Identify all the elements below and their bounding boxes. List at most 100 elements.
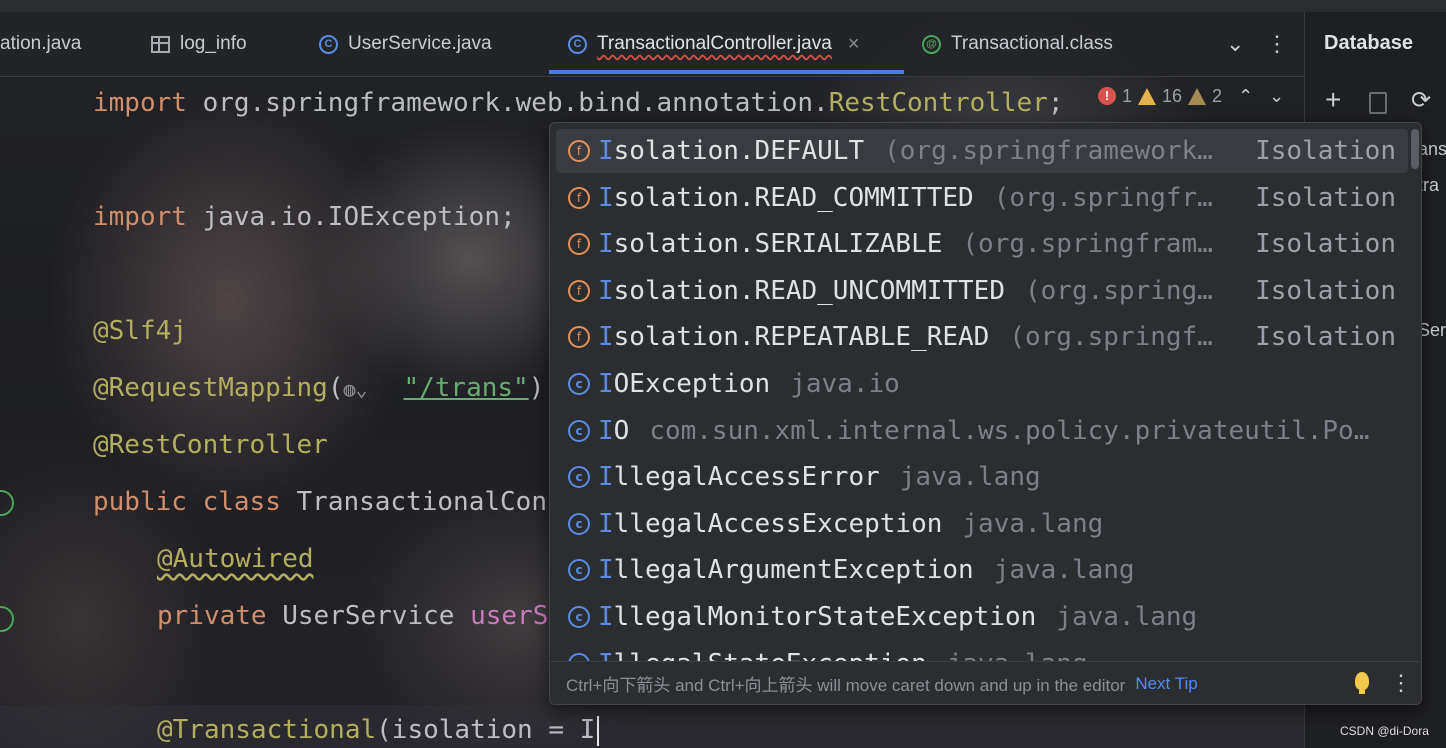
tab-label: log_info [180, 33, 247, 54]
tab-list-dropdown[interactable]: ⌄ [1226, 12, 1244, 76]
code-text: (isolation = [376, 715, 580, 745]
weak-warning-count: 2 [1212, 85, 1223, 106]
class-icon: C [568, 34, 587, 54]
warning-count: 16 [1162, 85, 1183, 106]
class-icon: c [568, 419, 590, 442]
completion-package: java.lang [993, 555, 1135, 586]
watermark: CSDN @di-Dora [1340, 724, 1429, 738]
web-icon[interactable]: ◍⌄ [343, 377, 403, 401]
matched-prefix: I [598, 508, 614, 539]
active-tab-indicator [549, 70, 904, 74]
completion-item[interactable]: f Isolation.DEFAULT (org.springframework… I… [556, 129, 1408, 173]
keyword: import [93, 202, 187, 232]
lightbulb-icon[interactable] [1355, 672, 1369, 694]
completion-item[interactable]: c I Ocom.sun.xml.internal.ws.policy.privat… [556, 409, 1408, 453]
completion-package: java.io [790, 369, 900, 399]
completion-type: Isolation [1255, 136, 1396, 166]
class-icon: c [568, 606, 590, 628]
annotation: @RequestMapping [93, 373, 328, 403]
chevron-up-icon[interactable]: ⌃ [1238, 86, 1253, 107]
completion-package: com.sun.xml.internal.ws.policy.privateut… [649, 415, 1370, 446]
inspection-widget[interactable]: ! 1 16 2 ⌃ ⌄ [1098, 85, 1290, 107]
completion-item[interactable]: f Isolation.READ_UNCOMMITTED (org.spring… I… [556, 269, 1408, 313]
refresh-icon[interactable]: ⟳ [1411, 86, 1431, 115]
tree-item-fragment[interactable]: Ser [1418, 320, 1446, 341]
annotation-icon: @ [922, 34, 941, 54]
completion-item[interactable]: c IllegalAccessError java.lang [556, 455, 1408, 499]
completion-item[interactable]: cIllegalStateException java.lang [556, 642, 1408, 661]
tab-log-info[interactable]: log_info [151, 12, 247, 76]
code-line-userservice-field[interactable]: private UserService userS [157, 601, 548, 631]
completion-package: (org.spring… [1025, 275, 1213, 306]
code-line-restcontroller[interactable]: @RestController [93, 430, 328, 460]
completion-list[interactable]: f Isolation.DEFAULT (org.springframework… I… [550, 123, 1421, 661]
string-literal: "/trans" [403, 373, 529, 403]
weak-warning-icon [1188, 87, 1207, 105]
title-strip [0, 0, 1446, 12]
completion-name: solation.REPEATABLE_READ [613, 322, 990, 353]
completion-item[interactable]: c I OException java.io [556, 362, 1408, 406]
tab-transactionalcontroller-java[interactable]: C TransactionalController.java × [568, 12, 860, 76]
tab-label: ation.java [0, 33, 82, 54]
completion-name: llegalArgumentException [613, 555, 974, 586]
tab-more-button[interactable]: ⋮ [1266, 12, 1288, 76]
tab-transactional-class[interactable]: @ Transactional.class [922, 12, 1113, 76]
code-line-import-restcontroller[interactable]: import org.springframework.web.bind.anno… [93, 88, 1064, 118]
completion-footer: Ctrl+向下箭头 and Ctrl+向上箭头 will move caret … [550, 661, 1421, 704]
tab-label: UserService.java [348, 33, 492, 54]
completion-item[interactable]: c IllegalMonitorStateException java.lang [556, 595, 1408, 639]
completion-item[interactable]: c IllegalAccessException java.lang [556, 502, 1408, 546]
more-vertical-icon[interactable]: ⋮ [1390, 670, 1412, 696]
completion-name: OException [613, 369, 771, 399]
tab-userservice-java[interactable]: C UserService.java [319, 12, 492, 76]
field-icon: f [568, 326, 590, 349]
tab-ation-java[interactable]: ation.java [0, 12, 81, 76]
field-icon: f [568, 140, 590, 162]
paren: ) [528, 373, 545, 403]
matched-prefix: I [598, 136, 614, 166]
code-line-class-declaration[interactable]: public class TransactionalCon [93, 487, 547, 517]
code-line-transactional[interactable]: @Transactional(isolation = I [157, 715, 600, 746]
tree-item-fragment[interactable]: ans [1418, 139, 1446, 160]
code-completion-popup: f Isolation.DEFAULT (org.springframework… I… [549, 122, 1422, 705]
completion-package: (org.springframework… [884, 136, 1213, 166]
type-name: UserService [266, 601, 471, 631]
completion-name: solation.DEFAULT [613, 136, 865, 166]
completion-item[interactable]: c IllegalArgumentException java.lang [556, 548, 1408, 592]
matched-prefix: I [598, 649, 614, 661]
code-line-import-ioexception[interactable]: import java.io.IOException; [93, 202, 516, 232]
code-line-slf4j[interactable]: @Slf4j [93, 316, 187, 346]
table-icon [151, 35, 170, 53]
close-icon[interactable]: × [848, 33, 860, 56]
completion-name: solation.SERIALIZABLE [613, 229, 943, 260]
completion-hint: Ctrl+向下箭头 and Ctrl+向上箭头 will move caret … [566, 676, 1126, 695]
text-caret [597, 715, 600, 746]
completion-package: (org.springf… [1009, 322, 1213, 353]
tab-label: TransactionalController.java [597, 33, 832, 54]
matched-prefix: I [598, 322, 614, 353]
copy-icon[interactable] [1369, 92, 1387, 114]
completion-package: (org.springfr… [993, 182, 1213, 213]
completion-name: solation.READ_UNCOMMITTED [613, 275, 1005, 306]
code-line-autowired[interactable]: @Autowired [157, 544, 314, 574]
completion-item[interactable]: f Isolation.READ_COMMITTED (org.springfr… I… [556, 176, 1408, 220]
keyword: class [202, 487, 281, 517]
completion-scrollbar[interactable] [1411, 129, 1419, 169]
matched-prefix: I [598, 275, 614, 306]
matched-prefix: I [598, 462, 614, 493]
code-line-requestmapping[interactable]: @RequestMapping(◍⌄ "/trans") [93, 373, 544, 403]
keyword: import [93, 88, 187, 118]
import-path: java.io.IOException; [186, 202, 516, 232]
completion-item[interactable]: f Isolation.SERIALIZABLE (org.springfram… I… [556, 222, 1408, 266]
package-name: org.springframework.web.bind.annotation. [186, 88, 829, 118]
database-title: Database [1324, 32, 1413, 54]
add-icon[interactable]: + [1325, 84, 1341, 116]
class-icon: c [568, 559, 590, 582]
chevron-down-icon[interactable]: ⌄ [1269, 86, 1284, 107]
matched-prefix: I [598, 602, 614, 632]
semicolon: ; [1047, 88, 1064, 118]
completion-package: (org.springfram… [962, 229, 1213, 260]
matched-prefix: I [598, 182, 614, 213]
next-tip-link[interactable]: Next Tip [1135, 674, 1197, 694]
completion-item[interactable]: f Isolation.REPEATABLE_READ (org.springf… I… [556, 315, 1408, 359]
